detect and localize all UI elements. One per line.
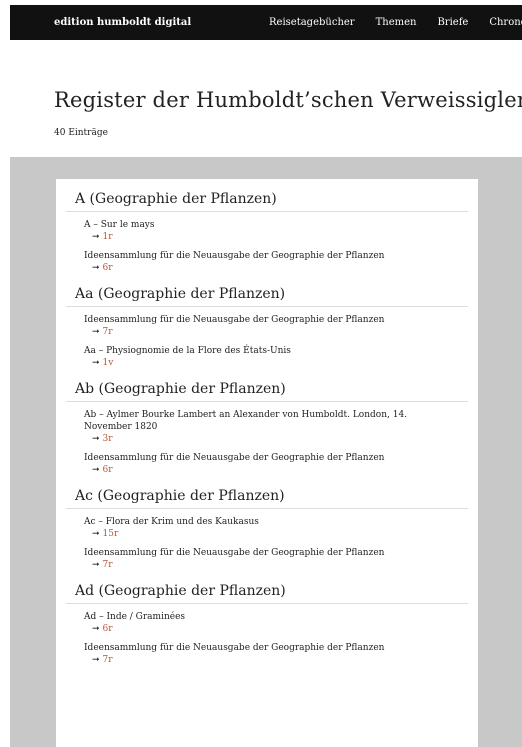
entry-link[interactable]: ➞ 7r	[84, 559, 456, 571]
entry-link[interactable]: ➞ 1r	[84, 231, 456, 243]
top-navbar: edition humboldt digital Reisetagebücher…	[10, 5, 522, 40]
entry-link[interactable]: ➞ 7r	[84, 654, 456, 666]
folio-link[interactable]: 1r	[103, 232, 113, 242]
entry-title: Ab – Aylmer Bourke Lambert an Alexander …	[84, 410, 408, 432]
nav-item-chronologie[interactable]: Chronologie	[489, 5, 522, 40]
register-entry: Ideensammlung für die Neuausgabe der Geo…	[66, 547, 468, 571]
register-entry: Ideensammlung für die Neuausgabe der Geo…	[66, 452, 468, 476]
entry-link[interactable]: ➞ 6r	[84, 262, 456, 274]
entry-title: Aa – Physiognomie de la Flore des États-…	[84, 346, 291, 356]
register-entry: Ideensammlung für die Neuausgabe der Geo…	[66, 642, 468, 666]
arrow-right-icon: ➞	[92, 358, 100, 368]
entry-title: Ac – Flora der Krim und des Kaukasus	[84, 517, 259, 527]
entry-title: Ideensammlung für die Neuausgabe der Geo…	[84, 548, 385, 558]
register-card: A (Geographie der Pflanzen) A – Sur le m…	[56, 179, 478, 747]
entry-link[interactable]: ➞ 6r	[84, 464, 456, 476]
entry-count: 40 Einträge	[54, 128, 108, 138]
arrow-right-icon: ➞	[92, 434, 100, 444]
register-group: Aa (Geographie der Pflanzen) Ideensammlu…	[56, 274, 478, 369]
folio-link[interactable]: 1v	[103, 358, 114, 368]
arrow-right-icon: ➞	[92, 232, 100, 242]
arrow-right-icon: ➞	[92, 327, 100, 337]
entry-title: A – Sur le mays	[84, 220, 155, 230]
folio-link[interactable]: 15r	[103, 529, 119, 539]
main-nav: Reisetagebücher Themen Briefe Chronologi…	[269, 5, 522, 40]
folio-link[interactable]: 6r	[103, 263, 113, 273]
arrow-right-icon: ➞	[92, 529, 100, 539]
nav-item-reisetagebuecher[interactable]: Reisetagebücher	[269, 5, 355, 40]
register-entry: A – Sur le mays ➞ 1r	[66, 219, 468, 243]
entry-link[interactable]: ➞ 6r	[84, 623, 456, 635]
register-group: Ac (Geographie der Pflanzen) Ac – Flora …	[56, 476, 478, 571]
folio-link[interactable]: 6r	[103, 624, 113, 634]
register-group: A (Geographie der Pflanzen) A – Sur le m…	[56, 179, 478, 274]
register-entry: Ac – Flora der Krim und des Kaukasus ➞ 15…	[66, 516, 468, 540]
arrow-right-icon: ➞	[92, 263, 100, 273]
register-entry: Ad – Inde / Graminées ➞ 6r	[66, 611, 468, 635]
arrow-right-icon: ➞	[92, 465, 100, 475]
register-group: Ad (Geographie der Pflanzen) Ad – Inde /…	[56, 571, 478, 666]
entry-title: Ad – Inde / Graminées	[84, 612, 186, 622]
register-group: Ab (Geographie der Pflanzen) Ab – Aylmer…	[56, 369, 478, 476]
group-title: Aa (Geographie der Pflanzen)	[66, 274, 468, 307]
entry-link[interactable]: ➞ 1v	[84, 357, 456, 369]
entry-link[interactable]: ➞ 7r	[84, 326, 456, 338]
entry-title: Ideensammlung für die Neuausgabe der Geo…	[84, 315, 385, 325]
folio-link[interactable]: 3r	[103, 434, 113, 444]
nav-item-themen[interactable]: Themen	[376, 5, 417, 40]
register-entry: Ideensammlung für die Neuausgabe der Geo…	[66, 314, 468, 338]
group-title: Ac (Geographie der Pflanzen)	[66, 476, 468, 509]
group-title: A (Geographie der Pflanzen)	[66, 179, 468, 212]
entry-link[interactable]: ➞ 3r	[84, 433, 456, 445]
entry-title: Ideensammlung für die Neuausgabe der Geo…	[84, 453, 385, 463]
register-entry: Ab – Aylmer Bourke Lambert an Alexander …	[66, 409, 468, 445]
register-entry: Ideensammlung für die Neuausgabe der Geo…	[66, 250, 468, 274]
folio-link[interactable]: 7r	[103, 655, 113, 665]
page-title: Register der Humboldt’schen Verweissigle…	[54, 88, 522, 112]
group-title: Ab (Geographie der Pflanzen)	[66, 369, 468, 402]
arrow-right-icon: ➞	[92, 655, 100, 665]
group-title: Ad (Geographie der Pflanzen)	[66, 571, 468, 604]
site-brand[interactable]: edition humboldt digital	[54, 5, 191, 40]
arrow-right-icon: ➞	[92, 624, 100, 634]
nav-item-briefe[interactable]: Briefe	[437, 5, 468, 40]
arrow-right-icon: ➞	[92, 560, 100, 570]
entry-title: Ideensammlung für die Neuausgabe der Geo…	[84, 251, 385, 261]
entry-link[interactable]: ➞ 15r	[84, 528, 456, 540]
folio-link[interactable]: 6r	[103, 465, 113, 475]
register-entry: Aa – Physiognomie de la Flore des États-…	[66, 345, 468, 369]
folio-link[interactable]: 7r	[103, 327, 113, 337]
folio-link[interactable]: 7r	[103, 560, 113, 570]
entry-title: Ideensammlung für die Neuausgabe der Geo…	[84, 643, 385, 653]
